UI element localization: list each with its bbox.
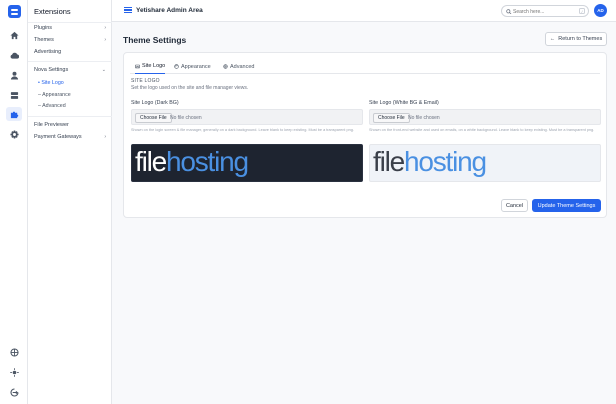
search-input[interactable] [513,7,575,16]
sub-sidebar: Extensions Plugins › Themes › Advertisin… [28,0,112,404]
chevron-right-icon: › [104,37,106,43]
sidebar-item-themes[interactable]: Themes › [34,36,108,45]
logo-wordmark: filehosting [373,146,487,177]
sidebar-subitem-advanced[interactable]: – Advanced [38,102,66,111]
sun-icon[interactable] [6,365,22,379]
globe-icon[interactable] [6,345,22,359]
top-bar: Yetishare Admin Area / AD [112,0,616,22]
arrow-left-icon: ← [549,36,556,42]
sidebar-item-nova-settings[interactable]: Nova Settings ⌄ [34,66,108,75]
dark-logo-preview: filehosting [131,144,363,182]
tab-bar: Site Logo Appearance Advanced [130,59,600,74]
choose-file-button[interactable]: Choose File [135,112,172,123]
dark-logo-help: Shown on the login screen & file manager… [131,128,354,132]
chevron-right-icon: › [104,134,106,140]
update-theme-settings-button[interactable]: Update Theme Settings [532,199,601,212]
home-icon[interactable] [6,28,22,42]
palette-icon [174,64,179,69]
app-logo[interactable] [8,5,21,18]
sidebar-subitem-site-logo[interactable]: • Site Logo [38,79,64,88]
gear-icon[interactable] [6,127,22,141]
search-icon [506,8,512,14]
dark-logo-file-input[interactable]: Choose File No file chosen [131,109,363,125]
divider [28,22,112,23]
file-status: No file chosen [408,114,440,121]
server-icon[interactable] [6,88,22,102]
sidebar-item-plugins[interactable]: Plugins › [34,24,108,33]
sidebar-item-payment-gateways[interactable]: Payment Gateways › [34,133,108,142]
cancel-button[interactable]: Cancel [501,199,528,212]
light-logo-label: Site Logo (White BG & Email) [369,100,439,106]
menu-icon[interactable] [124,7,132,13]
tab-site-logo[interactable]: Site Logo [135,59,166,74]
section-label: SITE LOGO [131,78,160,84]
sidebar-heading: Extensions [34,7,71,16]
user-icon[interactable] [6,68,22,82]
file-status: No file chosen [170,114,202,121]
logout-icon[interactable] [6,385,22,399]
icon-rail [0,0,28,404]
chevron-down-icon: ⌄ [101,67,106,73]
image-icon [135,64,140,68]
light-logo-preview: filehosting [369,144,601,182]
light-logo-help: Shown on the front-end website and used … [369,128,595,132]
puzzle-icon[interactable] [6,107,22,121]
choose-file-button[interactable]: Choose File [373,112,410,123]
divider [28,61,112,62]
app-title: Yetishare Admin Area [136,7,203,14]
logo-wordmark: filehosting [135,146,249,177]
search-shortcut: / [579,8,585,14]
light-logo-file-input[interactable]: Choose File No file chosen [369,109,601,125]
cloud-upload-icon[interactable] [6,48,22,62]
page-title: Theme Settings [123,35,187,45]
avatar[interactable]: AD [594,4,607,17]
gear-icon [223,64,228,69]
chevron-right-icon: › [104,25,106,31]
tab-appearance[interactable]: Appearance [174,59,211,74]
return-to-themes-button[interactable]: ← Return to Themes [545,32,607,46]
settings-card: Site Logo Appearance Advanced SITE LOGO … [123,52,607,218]
section-description: Set the logo used on the site and file m… [131,85,249,91]
sidebar-item-file-previewer[interactable]: File Previewer [34,121,108,130]
search-box[interactable]: / [501,5,589,17]
sidebar-item-advertising[interactable]: Advertising [34,48,108,57]
dark-logo-label: Site Logo (Dark BG) [131,100,179,106]
divider [28,116,112,117]
tab-advanced[interactable]: Advanced [223,59,254,74]
sidebar-subitem-appearance[interactable]: – Appearance [38,91,71,100]
